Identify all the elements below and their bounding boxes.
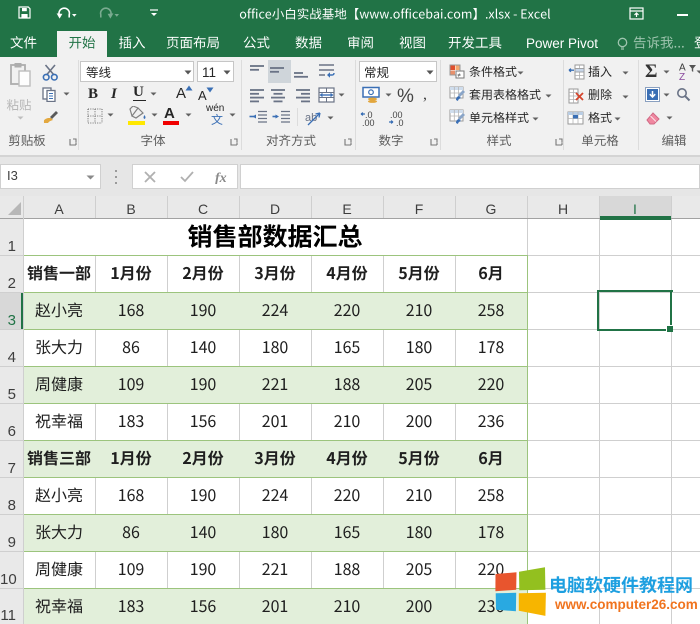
svg-text:.0: .0 (396, 118, 404, 126)
svg-text:.00: .00 (362, 118, 375, 126)
svg-text:Z: Z (679, 72, 685, 80)
svg-text:fx: fx (215, 171, 227, 184)
